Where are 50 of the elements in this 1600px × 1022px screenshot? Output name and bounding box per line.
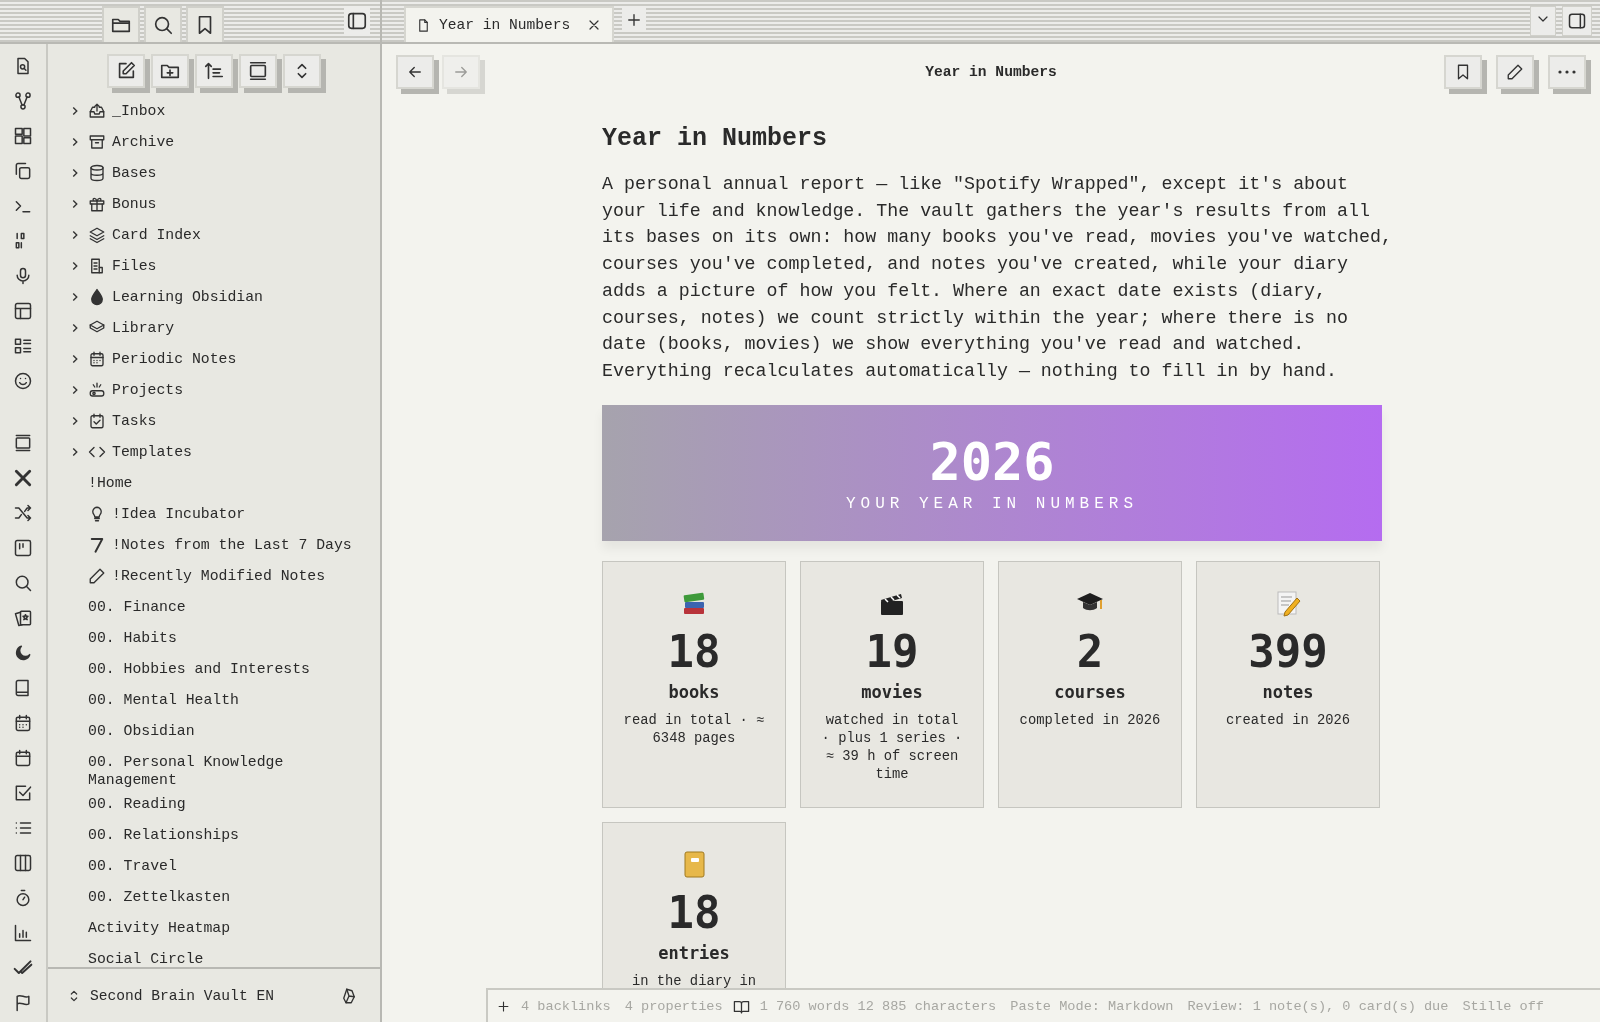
file-item[interactable]: 00. Relationships — [68, 820, 376, 851]
folder-item[interactable]: Periodic Notes — [68, 344, 376, 375]
folder-item[interactable]: Library — [68, 313, 376, 344]
stat-value: 399 — [1248, 625, 1328, 678]
folder-item[interactable]: Templates — [68, 437, 376, 468]
stat-label: movies — [861, 681, 923, 702]
file-item[interactable]: 00. Travel — [68, 851, 376, 882]
file-item[interactable]: Social Circle — [68, 944, 376, 967]
file-item[interactable]: 00. Personal Knowledge Management — [68, 747, 376, 789]
file-item[interactable]: 00. Zettelkasten — [68, 882, 376, 913]
folder-item[interactable]: Tasks — [68, 406, 376, 437]
file-item[interactable]: !Idea Incubator — [68, 499, 376, 530]
folder-item[interactable]: Bonus — [68, 189, 376, 220]
folder-item[interactable]: Learning Obsidian — [68, 282, 376, 313]
stat-label: notes — [1262, 681, 1314, 702]
folder-item[interactable]: _Inbox — [68, 96, 376, 127]
note-title: Year in Numbers — [602, 124, 829, 153]
stat-label: entries — [658, 942, 730, 963]
stat-description: completed in 2026 — [1018, 711, 1162, 730]
vault-name[interactable]: Second Brain Vault EN — [90, 987, 332, 1004]
folder-item[interactable]: Card Index — [68, 220, 376, 251]
file-item[interactable]: 00. Finance — [68, 592, 376, 623]
banner-year: 2026 — [929, 432, 1055, 491]
file-item[interactable]: !Home — [68, 468, 376, 499]
folder-item[interactable]: Projects — [68, 375, 376, 406]
file-item[interactable]: !Notes from the Last 7 Days — [68, 530, 376, 561]
stat-description: created in 2026 — [1224, 711, 1352, 730]
file-item[interactable]: 00. Reading — [68, 789, 376, 820]
file-item[interactable]: 00. Hobbies and Interests — [68, 654, 376, 685]
file-item[interactable]: 00. Obsidian — [68, 716, 376, 747]
stat-value: 18 — [667, 625, 721, 678]
banner-subtitle: YOUR YEAR IN NUMBERS — [846, 494, 1138, 513]
file-item[interactable]: 00. Habits — [68, 623, 376, 654]
stat-description: in the diary in — [630, 972, 758, 991]
folder-item[interactable]: Archive — [68, 127, 376, 158]
stat-value: 19 — [865, 625, 919, 678]
stat-description: read in total · ≈ 6348 pages — [622, 711, 766, 748]
stat-value: 2 — [1076, 625, 1104, 678]
file-item[interactable]: !Recently Modified Notes — [68, 561, 376, 592]
folder-item[interactable]: Files — [68, 251, 376, 282]
file-item[interactable]: Activity Heatmap — [68, 913, 376, 944]
folder-item[interactable]: Bases — [68, 158, 376, 189]
note-paragraph: A personal annual report — like "Spotify Wrapped", except it's about your life and knowledge. The vault gathers the year's results from all its bases on its own: how many books you've read, movies you've watched, courses you've completed, and notes you've created, while your diary adds a picture of how you felt. Where an exact date exists (diary, courses, notes) we count strictly within the year; where there is no date (books, movies) we show everything you've read and watched. Everything recalculates automatically — nothing to fill in by hand. — [602, 173, 1393, 383]
note-tab[interactable]: Year in Numbers — [404, 6, 614, 42]
stat-label: courses — [1054, 681, 1126, 702]
stat-value: 18 — [667, 886, 721, 939]
file-item[interactable]: 00. Mental Health — [68, 685, 376, 716]
stat-label: books — [668, 681, 720, 702]
view-title: Year in Numbers — [925, 64, 1057, 80]
stat-description: watched in total · plus 1 series · ≈ 39 h of screen time — [820, 711, 964, 784]
